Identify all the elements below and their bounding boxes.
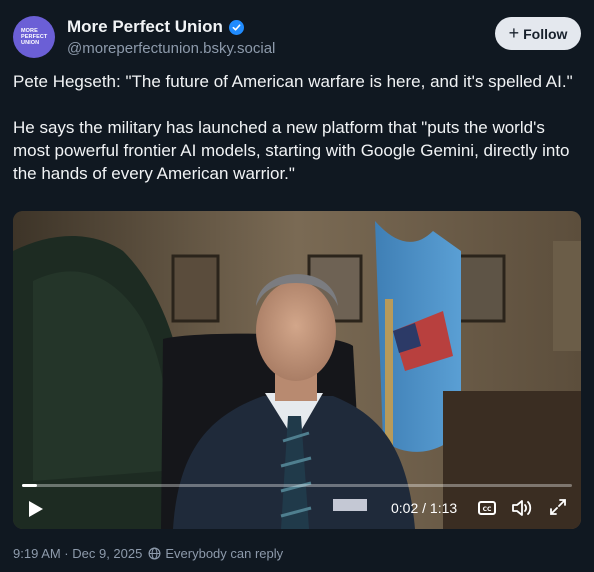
follow-label: Follow (523, 25, 568, 42)
video-player[interactable]: 0:02 / 1:13 CC (13, 211, 581, 529)
closed-captions-button[interactable]: CC (477, 498, 497, 518)
author-name-text[interactable]: More Perfect Union (67, 17, 223, 37)
video-progress-bar[interactable] (22, 484, 572, 487)
post-footer: 9:19 AM · Dec 9, 2025 Everybody can repl… (13, 546, 283, 561)
play-icon (29, 501, 43, 517)
post-card: MORE PERFECT UNION More Perfect Union @m… (0, 0, 594, 572)
avatar-logo: MORE PERFECT UNION (21, 28, 48, 46)
globe-icon (148, 547, 161, 560)
post-text: Pete Hegseth: "The future of American wa… (13, 70, 581, 185)
fullscreen-icon (550, 499, 566, 515)
play-button[interactable] (25, 498, 47, 520)
volume-button[interactable] (510, 497, 534, 519)
post-timestamp[interactable]: 9:19 AM · Dec 9, 2025 (13, 546, 142, 561)
avatar[interactable]: MORE PERFECT UNION (13, 16, 55, 58)
follow-button[interactable]: + Follow (495, 17, 581, 50)
reply-setting: Everybody can reply (148, 546, 283, 561)
fullscreen-button[interactable] (548, 497, 568, 517)
post-paragraph: He says the military has launched a new … (13, 118, 570, 183)
author-display-name[interactable]: More Perfect Union (67, 17, 244, 37)
post-paragraph: Pete Hegseth: "The future of American wa… (13, 72, 573, 91)
svg-text:CC: CC (483, 506, 492, 513)
author-handle[interactable]: @moreperfectunion.bsky.social (67, 40, 275, 57)
volume-icon (512, 500, 532, 516)
video-time: 0:02 / 1:13 (391, 500, 458, 516)
reply-setting-label: Everybody can reply (165, 546, 284, 561)
verified-badge-icon[interactable] (228, 19, 244, 35)
video-frame (13, 211, 581, 529)
video-progress-fill (22, 484, 37, 487)
closed-captions-icon: CC (478, 501, 496, 515)
plus-icon: + (508, 23, 520, 43)
